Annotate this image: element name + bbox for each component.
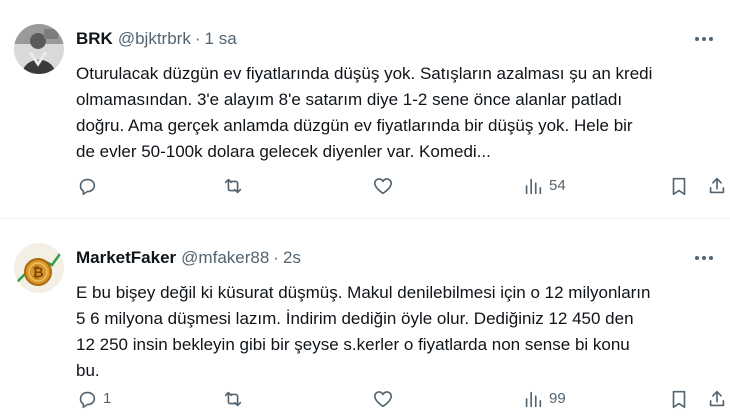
reply-button[interactable]: [76, 174, 103, 198]
tweet[interactable]: ₿ MarketFaker @mfaker88 · 2s E bu bişey …: [0, 218, 730, 420]
bitcoin-coin-chart-icon: ₿: [14, 243, 64, 293]
views-count: 54: [549, 177, 566, 194]
separator-dot: ·: [194, 29, 201, 48]
views-button[interactable]: 54: [522, 174, 566, 198]
views-count: 99: [549, 390, 566, 407]
share-icon: [709, 390, 725, 407]
reply-icon: [79, 178, 96, 196]
more-options-icon: [695, 37, 713, 41]
heart-icon: [373, 391, 393, 408]
tweet-text: E bu bişey değil ki küsurat düşmüş. Maku…: [76, 283, 651, 380]
timestamp[interactable]: 2s: [283, 248, 301, 268]
views-chart-icon: [525, 391, 542, 408]
tweet-actions: 1 99: [76, 387, 725, 411]
bookmark-icon: [672, 390, 686, 409]
bookmark-button[interactable]: [668, 174, 690, 198]
more-options-icon: [695, 256, 713, 260]
heart-icon: [373, 178, 393, 195]
avatar[interactable]: ₿: [14, 243, 64, 293]
share-icon: [709, 177, 725, 194]
avatar-photo-icon: [14, 24, 64, 74]
timestamp[interactable]: 1 sa: [205, 29, 237, 49]
share-button[interactable]: [706, 174, 728, 198]
bookmark-button[interactable]: [668, 387, 690, 411]
retweet-icon: [224, 391, 242, 407]
reply-button[interactable]: 1: [76, 387, 111, 411]
retweet-button[interactable]: [222, 174, 249, 198]
reply-count: 1: [103, 390, 112, 407]
views-button[interactable]: 99: [522, 387, 566, 411]
tweet-text: Oturulacak düzgün ev fiyatlarında düşüş …: [76, 64, 653, 161]
user-handle[interactable]: @mfaker88: [181, 248, 269, 268]
avatar[interactable]: [14, 24, 64, 74]
user-handle[interactable]: @bjktrbrk: [118, 29, 191, 49]
like-button[interactable]: [372, 174, 399, 198]
like-button[interactable]: [372, 387, 399, 411]
tweet[interactable]: BRK @bjktrbrk · 1 sa Oturulacak düzgün e…: [0, 0, 730, 218]
tweet-header: BRK @bjktrbrk · 1 sa: [76, 28, 716, 50]
views-chart-icon: [525, 178, 542, 195]
tweet-header: MarketFaker @mfaker88 · 2s: [76, 247, 716, 269]
more-options-button[interactable]: [692, 28, 716, 50]
share-button[interactable]: [706, 387, 728, 411]
bookmark-icon: [672, 177, 686, 196]
retweet-icon: [224, 178, 242, 194]
separator-dot: ·: [273, 248, 279, 267]
display-name[interactable]: MarketFaker: [76, 248, 176, 268]
reply-icon: [79, 391, 96, 409]
tweet-actions: 54: [76, 174, 725, 198]
more-options-button[interactable]: [692, 247, 716, 269]
display-name[interactable]: BRK: [76, 29, 113, 49]
retweet-button[interactable]: [222, 387, 249, 411]
svg-text:₿: ₿: [32, 265, 43, 281]
